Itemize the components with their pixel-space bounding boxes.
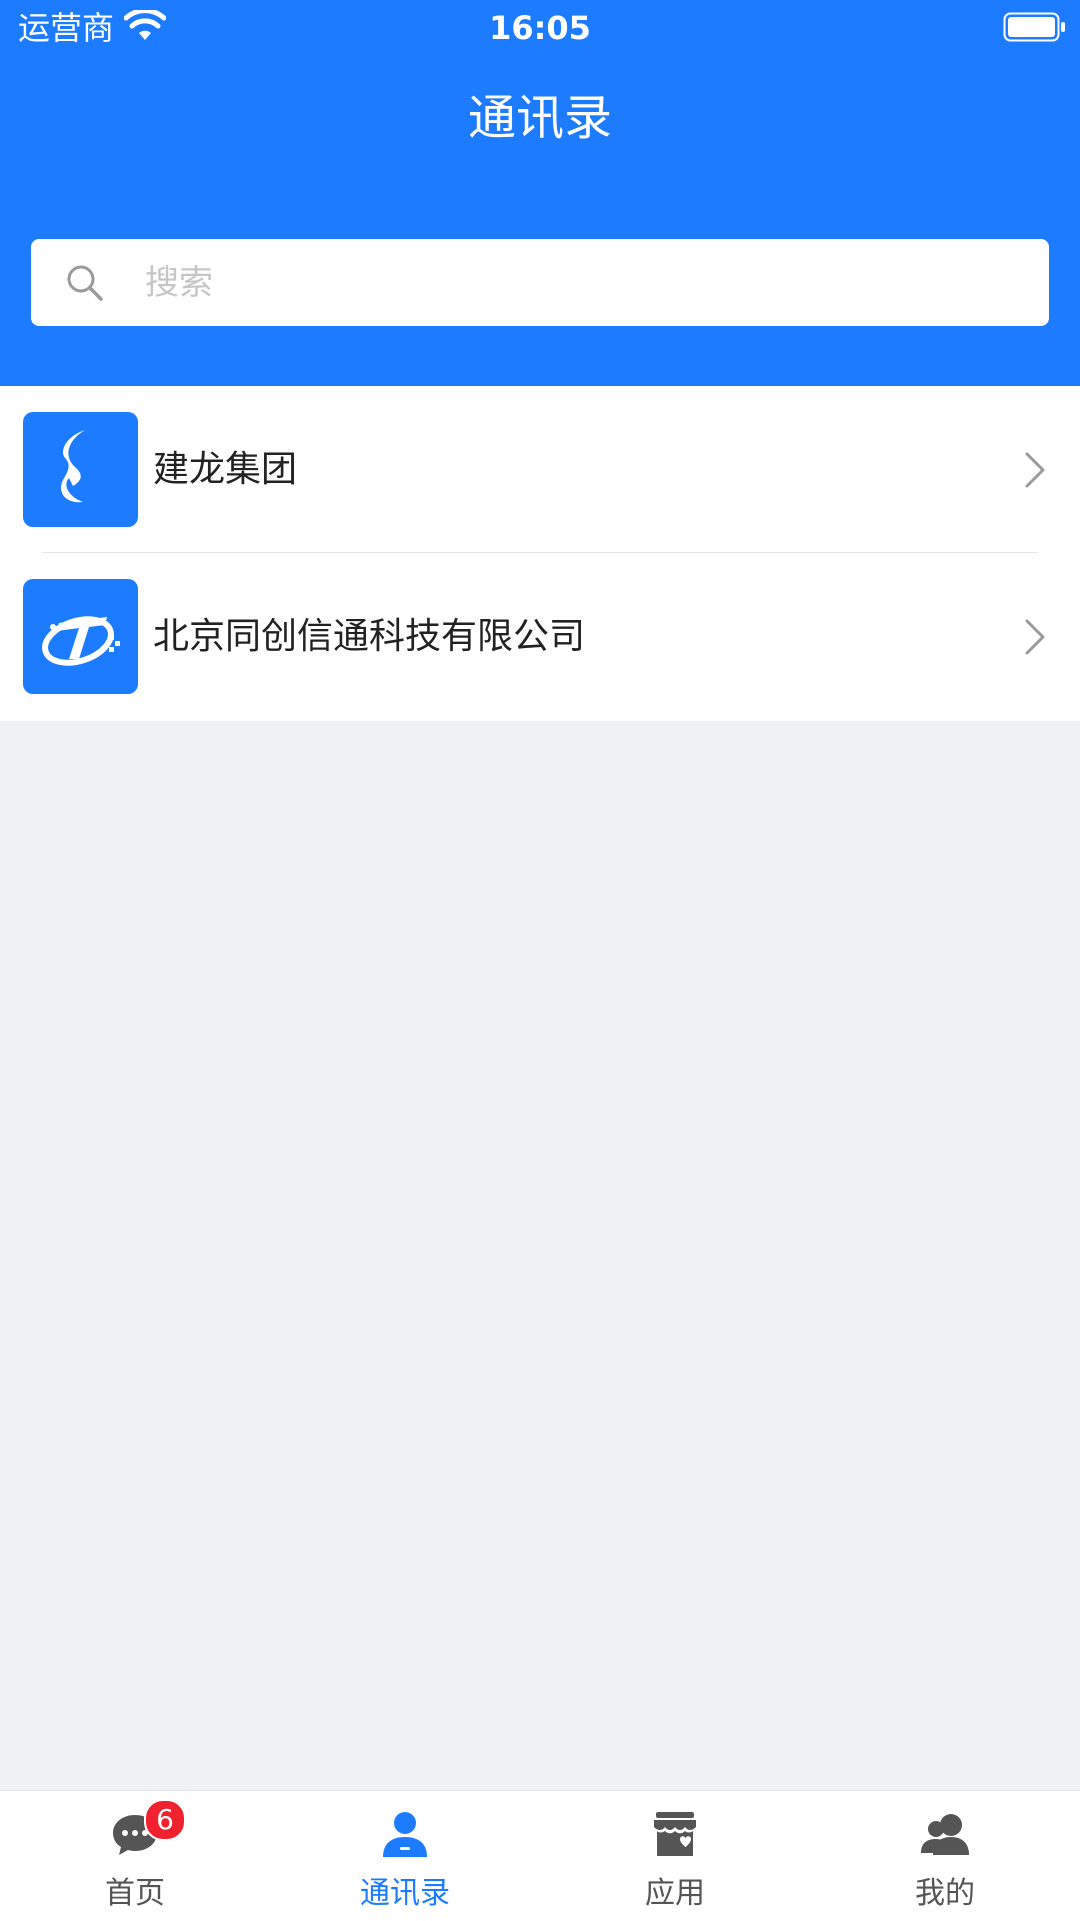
list-item-jianlong[interactable]: 建龙集团 [0,386,1080,553]
store-icon [654,1812,696,1856]
search-input[interactable] [115,239,1015,326]
page-title: 通讯录 [467,90,612,146]
tongchuang-logo [23,579,138,694]
tab-apps[interactable]: 应用 [540,1791,810,1921]
tab-home[interactable]: 6 首页 [0,1791,270,1921]
status-bar: 运营商 16:05 [0,0,1080,54]
search-bar[interactable] [31,239,1049,326]
tab-label: 通讯录 [360,1876,450,1911]
tab-label: 我的 [915,1876,975,1911]
chevron-right-icon [1025,452,1045,488]
users-icon [921,1814,969,1855]
chevron-right-icon [1025,619,1045,655]
search-icon [67,265,103,301]
tab-label: 应用 [645,1876,705,1911]
header: 运营商 16:05 通讯录 [0,0,1080,386]
organization-name: 北京同创信通科技有限公司 [153,616,586,657]
jianlong-logo [23,412,138,527]
unread-badge: 6 [144,1799,186,1841]
tab-label: 首页 [105,1876,165,1911]
person-icon [383,1812,427,1857]
tab-contacts[interactable]: 通讯录 [270,1791,540,1921]
tab-mine[interactable]: 我的 [810,1791,1080,1921]
organization-list: 建龙集团 北京同创信通科技有限公司 [0,386,1080,721]
organization-name: 建龙集团 [153,449,298,490]
list-item-tongchuang[interactable]: 北京同创信通科技有限公司 [0,553,1080,720]
status-time: 16:05 [489,9,591,47]
battery-icon [1003,12,1065,42]
tab-bar: 6 首页 通讯录 应用 我的 [0,1790,1080,1921]
